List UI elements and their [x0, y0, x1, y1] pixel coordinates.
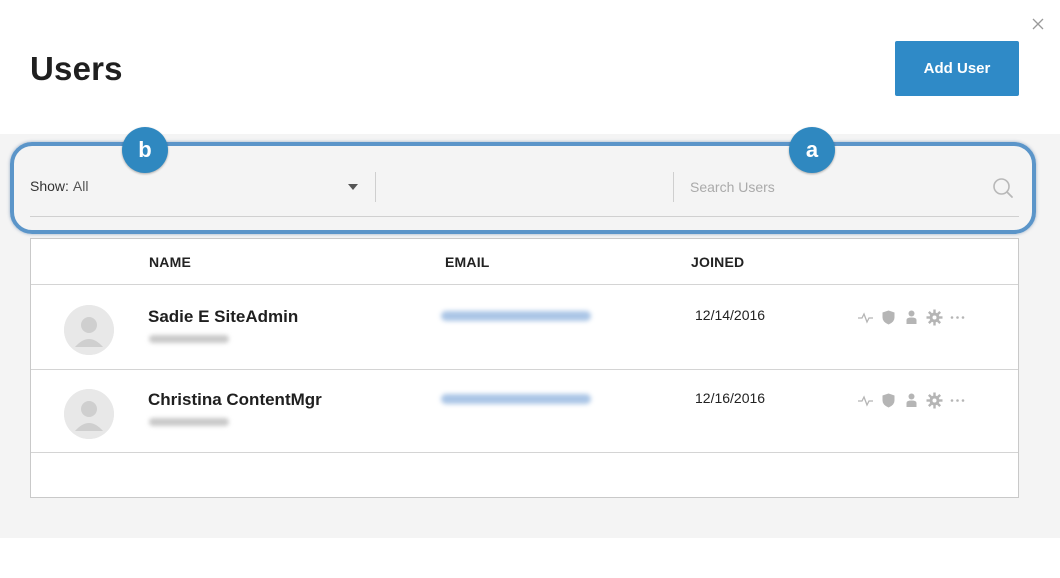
user-joined-date: 12/14/2016 — [695, 307, 766, 323]
user-username — [149, 335, 229, 343]
user-avatar-icon — [64, 389, 114, 439]
add-user-button[interactable]: Add User — [895, 41, 1019, 96]
users-table: NAME EMAIL JOINED Sadie E SiteAdmin 12/1… — [30, 238, 1019, 498]
user-email[interactable] — [441, 311, 591, 321]
row-divider — [31, 284, 1018, 285]
filter-divider — [375, 172, 376, 202]
shield-icon[interactable] — [880, 309, 897, 326]
row-divider — [31, 369, 1018, 370]
row-actions — [857, 309, 966, 326]
show-filter-label: Show: — [30, 178, 69, 194]
more-icon[interactable] — [949, 392, 966, 409]
user-avatar-icon — [64, 305, 114, 355]
gear-icon[interactable] — [926, 392, 943, 409]
filter-underline — [30, 216, 1019, 217]
shield-icon[interactable] — [880, 392, 897, 409]
column-header-joined[interactable]: JOINED — [691, 254, 744, 270]
close-icon[interactable] — [1030, 16, 1046, 32]
row-divider — [31, 452, 1018, 453]
row-actions — [857, 392, 966, 409]
column-header-email[interactable]: EMAIL — [445, 254, 490, 270]
person-icon[interactable] — [903, 392, 920, 409]
user-username — [149, 418, 229, 426]
user-name[interactable]: Sadie E SiteAdmin — [148, 307, 298, 327]
activity-icon[interactable] — [857, 309, 874, 326]
person-icon[interactable] — [903, 309, 920, 326]
activity-icon[interactable] — [857, 392, 874, 409]
search-divider — [673, 172, 674, 202]
show-filter[interactable]: Show: All — [30, 178, 88, 194]
callout-badge-b: b — [122, 127, 168, 173]
search-icon[interactable] — [991, 176, 1015, 200]
gear-icon[interactable] — [926, 309, 943, 326]
column-header-name[interactable]: NAME — [149, 254, 191, 270]
user-email[interactable] — [441, 394, 591, 404]
user-joined-date: 12/16/2016 — [695, 390, 766, 406]
user-name[interactable]: Christina ContentMgr — [148, 390, 322, 410]
page-title: Users — [30, 50, 123, 87]
callout-badge-a: a — [789, 127, 835, 173]
chevron-down-icon[interactable] — [348, 184, 358, 190]
users-page: Users Add User Show:All b a NAME EMAIL J… — [0, 0, 1060, 578]
search-input[interactable] — [690, 172, 980, 202]
more-icon[interactable] — [949, 309, 966, 326]
show-filter-value[interactable]: All — [73, 178, 89, 194]
